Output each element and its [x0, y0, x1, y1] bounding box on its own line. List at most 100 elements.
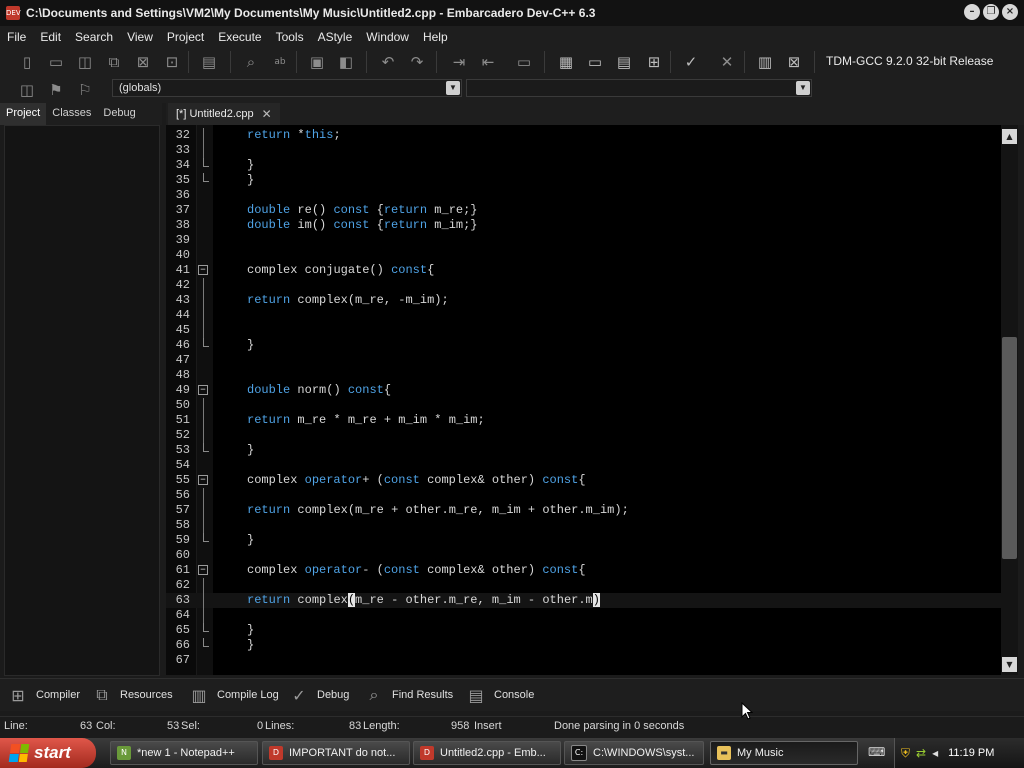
clock[interactable]: 11:19 PM: [948, 747, 994, 759]
comment-icon[interactable]: ▭: [513, 51, 535, 73]
menu-execute[interactable]: Execute: [211, 30, 268, 44]
tab-project[interactable]: Project: [0, 103, 47, 125]
replace-icon[interactable]: ab: [269, 51, 291, 73]
code-line[interactable]: 42: [166, 278, 1001, 293]
unindent-icon[interactable]: ⇤: [477, 51, 499, 73]
tab-debug-output[interactable]: ✓ Debug: [287, 683, 349, 707]
close-file-icon[interactable]: ⊠: [132, 51, 154, 73]
stop-icon[interactable]: ✕: [716, 51, 738, 73]
code-line[interactable]: 46}: [166, 338, 1001, 353]
tile-icon[interactable]: ▦: [555, 51, 577, 73]
code-line[interactable]: 36: [166, 188, 1001, 203]
new-file-icon[interactable]: ▯: [16, 51, 38, 73]
code-line[interactable]: 33: [166, 143, 1001, 158]
compiler-select[interactable]: TDM-GCC 9.2.0 32-bit Release: [820, 50, 1016, 72]
menu-view[interactable]: View: [120, 30, 160, 44]
close-all-icon[interactable]: ⊡: [161, 51, 183, 73]
editor-vertical-scrollbar[interactable]: ▲ ▼: [1001, 125, 1018, 675]
tab-compiler[interactable]: ⊞ Compiler: [6, 683, 80, 707]
window-icon[interactable]: ▭: [584, 51, 606, 73]
menu-window[interactable]: Window: [359, 30, 416, 44]
save-icon[interactable]: ◫: [74, 51, 96, 73]
code-line[interactable]: 62: [166, 578, 1001, 593]
security-shield-icon[interactable]: ⛨: [901, 746, 910, 761]
network-icon[interactable]: ⇄: [916, 746, 926, 760]
code-line[interactable]: 57 return complex(m_re + other.m_re, m_im…: [166, 503, 1001, 518]
scroll-down-icon[interactable]: ▼: [1002, 657, 1017, 672]
code-line[interactable]: 48: [166, 368, 1001, 383]
code-line[interactable]: 51 return m_re * m_re + m_im * m_im;: [166, 413, 1001, 428]
fold-collapse-icon[interactable]: −: [198, 265, 208, 275]
code-line[interactable]: 58: [166, 518, 1001, 533]
tab-console[interactable]: ▤ Console: [464, 683, 534, 707]
scroll-up-icon[interactable]: ▲: [1002, 129, 1017, 144]
start-button[interactable]: start: [0, 738, 96, 768]
code-line[interactable]: 63 return complex(m_re - other.m_re, m_im…: [166, 593, 1001, 608]
menu-astyle[interactable]: AStyle: [311, 30, 360, 44]
taskbar-item-important[interactable]: D IMPORTANT do not...: [262, 741, 410, 765]
tab-debug[interactable]: Debug: [97, 103, 141, 125]
code-line[interactable]: 67: [166, 653, 1001, 668]
compile-check-icon[interactable]: ✓: [680, 51, 702, 73]
close-icon[interactable]: ×: [1002, 4, 1018, 20]
code-line[interactable]: 60: [166, 548, 1001, 563]
tab-untitled2[interactable]: [*] Untitled2.cpp ✕: [168, 103, 280, 125]
code-line[interactable]: 54: [166, 458, 1001, 473]
menu-edit[interactable]: Edit: [33, 30, 68, 44]
code-line[interactable]: 47: [166, 353, 1001, 368]
code-line[interactable]: 40: [166, 248, 1001, 263]
undo-icon[interactable]: ↶: [377, 51, 399, 73]
code-line[interactable]: 59}: [166, 533, 1001, 548]
goto-bookmark-icon[interactable]: ⚐: [74, 79, 96, 101]
taskbar-item-notepadpp[interactable]: N *new 1 - Notepad++: [110, 741, 258, 765]
toggle-panel-icon[interactable]: ◧: [335, 51, 357, 73]
code-line[interactable]: 66}: [166, 638, 1001, 653]
close-tab-icon[interactable]: ✕: [262, 104, 272, 124]
code-line[interactable]: 65}: [166, 623, 1001, 638]
scrollbar-thumb[interactable]: [1002, 337, 1017, 559]
find-icon[interactable]: ⌕: [240, 51, 262, 73]
grid-view-icon[interactable]: ⊞: [643, 51, 665, 73]
code-line[interactable]: 35}: [166, 173, 1001, 188]
code-line[interactable]: 39: [166, 233, 1001, 248]
code-line[interactable]: 56: [166, 488, 1001, 503]
code-line[interactable]: 55− complex operator+ (const complex& oth…: [166, 473, 1001, 488]
print-icon[interactable]: ▤: [198, 51, 220, 73]
save-all-icon[interactable]: ⧉: [103, 51, 125, 73]
code-line[interactable]: 38 double im() const {return m_im;}: [166, 218, 1001, 233]
menu-tools[interactable]: Tools: [269, 30, 311, 44]
code-line[interactable]: 43 return complex(m_re, -m_im);: [166, 293, 1001, 308]
tab-resources[interactable]: ⧉ Resources: [90, 683, 172, 707]
fold-collapse-icon[interactable]: −: [198, 565, 208, 575]
delete-profile-icon[interactable]: ⊠: [783, 51, 805, 73]
fold-collapse-icon[interactable]: −: [198, 475, 208, 485]
code-line[interactable]: 37 double re() const {return m_re;}: [166, 203, 1001, 218]
profile-chart-icon[interactable]: ▥: [754, 51, 776, 73]
fold-collapse-icon[interactable]: −: [198, 385, 208, 395]
taskbar-item-cmd[interactable]: C: C:\WINDOWS\syst...: [564, 741, 704, 765]
bookmark-icon[interactable]: ⚑: [45, 79, 67, 101]
indent-icon[interactable]: ⇥: [448, 51, 470, 73]
function-dropdown[interactable]: ▼: [466, 79, 812, 97]
calculator-icon[interactable]: ▤: [613, 51, 635, 73]
menu-search[interactable]: Search: [68, 30, 120, 44]
code-line[interactable]: 61− complex operator- (const complex& oth…: [166, 563, 1001, 578]
code-editor[interactable]: 32 return *this; 33 34} 35} 36 37 double re() c…: [166, 125, 1001, 675]
tab-find-results[interactable]: ⌕ Find Results: [362, 683, 454, 707]
code-line[interactable]: 44: [166, 308, 1001, 323]
scope-dropdown[interactable]: (globals) ▼: [112, 79, 462, 97]
keyboard-icon[interactable]: ⌨: [868, 745, 885, 759]
code-line[interactable]: 34}: [166, 158, 1001, 173]
taskbar-item-my-music[interactable]: ▬ My Music: [710, 741, 858, 765]
code-line[interactable]: 64: [166, 608, 1001, 623]
project-browser[interactable]: [4, 125, 160, 676]
code-line[interactable]: 45: [166, 323, 1001, 338]
code-line[interactable]: 50: [166, 398, 1001, 413]
code-line[interactable]: 53}: [166, 443, 1001, 458]
tab-compile-log[interactable]: ▥ Compile Log: [187, 683, 278, 707]
goto-line-icon[interactable]: ▣: [306, 51, 328, 73]
menu-project[interactable]: Project: [160, 30, 211, 44]
minimize-icon[interactable]: –: [964, 4, 980, 20]
code-line[interactable]: 32 return *this;: [166, 128, 1001, 143]
code-line[interactable]: 41− complex conjugate() const{: [166, 263, 1001, 278]
